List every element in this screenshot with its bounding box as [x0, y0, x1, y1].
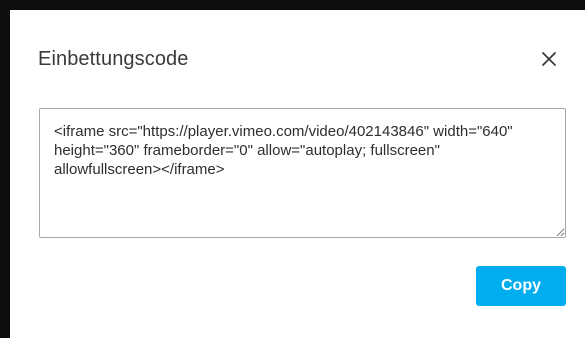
embed-code-dialog: Einbettungscode <iframe src="https://pla… — [10, 10, 585, 338]
close-icon — [542, 52, 556, 66]
close-button[interactable] — [538, 48, 560, 70]
resize-grip-icon[interactable] — [556, 228, 565, 237]
embed-code-textarea[interactable]: <iframe src="https://player.vimeo.com/vi… — [39, 108, 566, 238]
dialog-title: Einbettungscode — [38, 48, 189, 70]
backdrop-edge-top — [0, 0, 585, 10]
backdrop-edge-left — [0, 0, 10, 338]
copy-button[interactable]: Copy — [476, 266, 566, 306]
